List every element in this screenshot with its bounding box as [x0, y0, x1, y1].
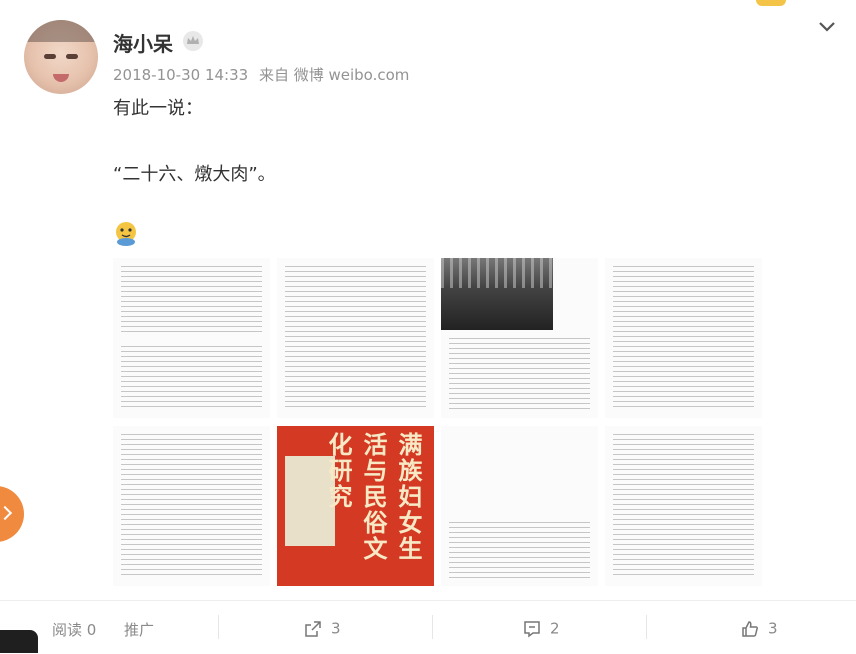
scan-text	[613, 266, 754, 410]
photo-page-scan-1[interactable]	[113, 258, 270, 418]
post-meta: 2018-10-30 14:33 来自 微博 weibo.com	[113, 64, 415, 85]
promote-button[interactable]: 推广	[124, 619, 154, 640]
arrow-right-icon	[0, 505, 13, 521]
promote-label: 推广	[124, 621, 155, 639]
scan-text	[613, 434, 754, 578]
share-button[interactable]: 3	[303, 619, 341, 639]
photo-grid: 满族妇女生活与民俗文化研究	[113, 258, 762, 586]
post-timestamp[interactable]: 2018-10-30 14:33	[113, 66, 248, 84]
avatar[interactable]	[24, 20, 98, 94]
scan-text	[449, 338, 590, 410]
comment-icon	[524, 621, 540, 638]
read-label: 阅读	[52, 621, 83, 639]
photo-book-cover[interactable]: 满族妇女生活与民俗文化研究	[277, 426, 434, 586]
like-count: 3	[768, 619, 778, 638]
post-text-line-1: 有此一说：	[113, 98, 203, 119]
comment-count: 2	[550, 619, 560, 638]
scan-text	[449, 522, 590, 578]
photo-bw-crowd[interactable]	[441, 258, 598, 418]
post-source: 来自 微博 weibo.com	[258, 66, 410, 84]
bw-photo-trees	[441, 258, 553, 288]
share-count: 3	[331, 619, 341, 638]
side-floating-button[interactable]	[0, 486, 24, 542]
comment-button[interactable]: 2	[522, 619, 560, 639]
share-icon	[305, 621, 321, 637]
scan-text	[121, 434, 262, 578]
avatar-eye-left	[44, 54, 56, 59]
decor-tab	[756, 0, 786, 6]
book-title: 满族妇女生活与民俗文化研究	[324, 432, 423, 562]
avatar-hair	[24, 20, 98, 42]
avatar-eye-right	[66, 54, 78, 59]
post-text-line-2: “二十六、燉大肉”。	[113, 164, 276, 185]
corner-overlay	[0, 630, 38, 653]
read-count-value: 0	[86, 621, 97, 639]
scan-gap	[113, 336, 270, 346]
top-strip	[0, 0, 856, 6]
avatar-mouth	[53, 74, 69, 82]
photo-page-scan-4[interactable]	[605, 258, 762, 418]
thumbs-up-icon	[742, 621, 758, 637]
divider	[646, 615, 647, 639]
photo-page-scan-2[interactable]	[277, 258, 434, 418]
crown-icon	[183, 31, 203, 51]
photo-book-copyright[interactable]	[441, 426, 598, 586]
like-button[interactable]: 3	[740, 619, 778, 639]
scan-text	[285, 266, 426, 410]
photo-page-scan-5[interactable]	[113, 426, 270, 586]
doge-emoji-icon	[116, 222, 136, 246]
read-count: 阅读 0	[52, 619, 96, 640]
chevron-down-icon[interactable]	[816, 16, 838, 38]
username[interactable]: 海小呆	[113, 28, 173, 57]
divider	[218, 615, 219, 639]
action-bar: 阅读 0 推广 3 2 3	[0, 600, 856, 654]
photo-page-scan-8[interactable]	[605, 426, 762, 586]
divider	[432, 615, 433, 639]
